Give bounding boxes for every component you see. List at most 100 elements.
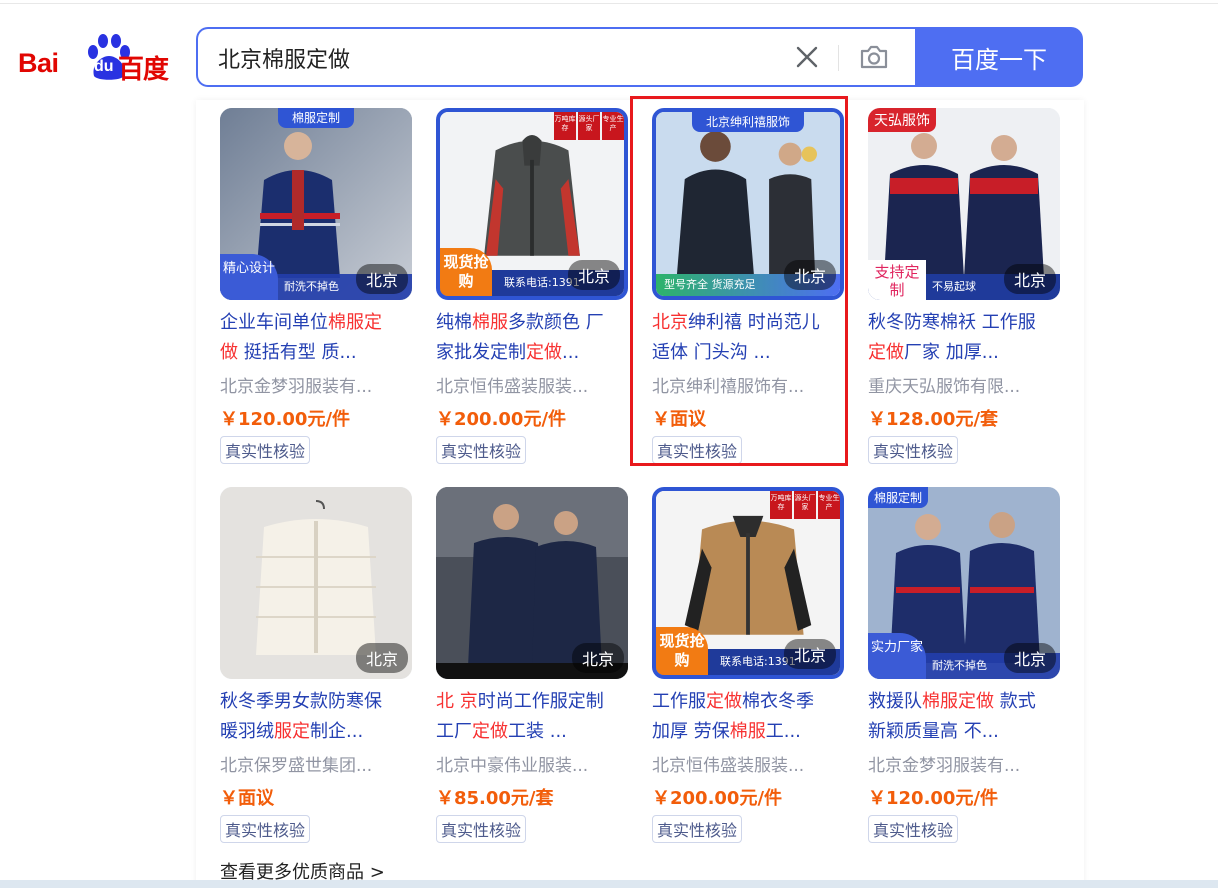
title-text: 多款颜色 厂 — [508, 312, 604, 333]
verify-tag[interactable]: 真实性核验 — [220, 436, 311, 464]
verify-tag[interactable]: 真实性核验 — [652, 815, 743, 843]
clear-icon[interactable] — [794, 44, 820, 70]
product-price: ￥120.00元/件 — [868, 788, 999, 809]
product-price: ￥120.00元/件 — [220, 409, 351, 430]
keyword-highlight: 棉服定做 — [922, 691, 994, 712]
title-text: 工... — [765, 721, 801, 742]
verify-tag[interactable]: 真实性核验 — [436, 436, 527, 464]
title-text: 棉衣冬季 — [742, 691, 814, 712]
logo-text-bai: Bai — [18, 48, 59, 78]
title-text: 工装 ... — [508, 721, 567, 742]
product-title[interactable]: 纯棉棉服多款颜色 厂家批发定制定做... — [436, 308, 632, 368]
product-image[interactable]: 北京 — [436, 487, 628, 679]
shop-name[interactable]: 北京恒伟盛装服装... — [436, 372, 632, 397]
keyword-highlight: 定做 — [706, 691, 742, 712]
product-title[interactable]: 秋冬季男女款防寒保 暖羽绒服定制企... — [220, 687, 416, 747]
promo-badge: 实力厂家 — [868, 633, 926, 679]
keyword-highlight: 棉服 — [729, 721, 766, 742]
search-box — [196, 27, 917, 87]
verify-tag[interactable]: 真实性核验 — [220, 815, 311, 843]
product-title[interactable]: 秋冬防寒棉袄 工作服 定做厂家 加厚... — [868, 308, 1064, 368]
title-text: 时尚工作服定制 — [477, 691, 604, 712]
logo-text-du: du — [94, 58, 114, 75]
horizontal-scrollbar[interactable] — [0, 880, 1218, 888]
shop-name[interactable]: 北京金梦羽服装有... — [868, 751, 1064, 776]
camera-icon[interactable] — [858, 43, 890, 71]
corner-tag: 专业生产 — [818, 491, 840, 519]
product-title[interactable]: 企业车间单位棉服定做 挺括有型 质... — [220, 308, 416, 368]
title-text: 秋冬防寒棉袄 工作服 — [868, 312, 1036, 333]
baidu-logo[interactable]: Bai du 百度 — [18, 32, 178, 85]
product-title[interactable]: 救援队棉服定做 款式新颖质量高 不... — [868, 687, 1064, 747]
promo-badge: 支持定制 — [868, 260, 926, 300]
location-badge: 北京 — [783, 639, 836, 669]
product-title[interactable]: 工作服定做棉衣冬季 加厚 劳保棉服工... — [652, 687, 848, 747]
promo-ribbon: 棉服定制 — [277, 108, 355, 128]
keyword-highlight: 定做 — [868, 342, 904, 363]
location-badge: 北京 — [567, 260, 620, 290]
product-image[interactable]: 北京 — [220, 487, 412, 679]
title-text: 纯棉 — [436, 312, 472, 333]
title-text: 暖羽绒 — [220, 721, 274, 742]
verify-tag[interactable]: 真实性核验 — [868, 815, 959, 843]
corner-tag: 源头厂家 — [794, 491, 816, 519]
keyword-highlight: 棉服 — [472, 312, 508, 333]
title-text: 企业车间单位 — [220, 312, 328, 333]
promo-corner-tags: 万吨库存 源头厂家 专业生产 — [554, 112, 624, 140]
title-text: 款式 — [994, 691, 1036, 712]
title-text: 工作服 — [652, 691, 706, 712]
product-image[interactable]: 万吨库存 源头厂家 专业生产 联系电话:1391 现货抢购 北京 — [652, 487, 844, 679]
verify-tag[interactable]: 真实性核验 — [868, 436, 959, 464]
title-text: 新颖质量高 不... — [868, 721, 999, 742]
location-badge: 北京 — [1003, 264, 1056, 294]
product-price: ￥200.00元/件 — [436, 409, 567, 430]
keyword-highlight: 定做 — [526, 342, 562, 363]
title-text: 工厂 — [436, 721, 472, 742]
shop-name[interactable]: 北京中豪伟业服装... — [436, 751, 632, 776]
search-input[interactable] — [218, 39, 758, 77]
product-image[interactable]: 天弘服饰 不易起球 支持定制 北京 — [868, 108, 1060, 300]
title-text: 家批发定制 — [436, 342, 526, 363]
corner-tag: 万吨库存 — [770, 491, 792, 519]
product-title[interactable]: 北 京时尚工作服定制 工厂定做工装 ... — [436, 687, 632, 747]
title-text: 加厚 劳保 — [652, 721, 730, 742]
keyword-highlight: 北 京 — [436, 691, 478, 712]
product-image[interactable]: 万吨库存 源头厂家 专业生产 联系电话:1391 现货抢购 北京 — [436, 108, 628, 300]
shop-name[interactable]: 北京恒伟盛装服装... — [652, 751, 848, 776]
product-price: ￥128.00元/套 — [868, 409, 999, 430]
location-badge: 北京 — [355, 643, 408, 673]
logo-text-cn: 百度 — [118, 55, 169, 85]
search-button[interactable]: 百度一下 — [915, 27, 1083, 87]
title-text: 制企... — [310, 721, 364, 742]
shop-name[interactable]: 北京保罗盛世集团... — [220, 751, 416, 776]
location-badge: 北京 — [355, 264, 408, 294]
top-divider — [0, 3, 1218, 4]
keyword-highlight: 棉服定 — [328, 312, 382, 333]
keyword-highlight: 服定 — [274, 721, 310, 742]
promo-badge: 现货抢购 — [656, 627, 708, 675]
shop-name[interactable]: 北京金梦羽服装有... — [220, 372, 416, 397]
selection-highlight — [630, 96, 848, 466]
title-text: 挺括有型 质... — [238, 342, 357, 363]
location-badge: 北京 — [571, 643, 624, 673]
location-badge: 北京 — [1003, 643, 1056, 673]
product-image[interactable]: 棉服定制 耐洗不掉色 实力厂家 北京 — [868, 487, 1060, 679]
verify-tag[interactable]: 真实性核验 — [436, 815, 527, 843]
keyword-highlight: 定做 — [472, 721, 508, 742]
corner-tag: 专业生产 — [602, 112, 624, 140]
corner-tag: 源头厂家 — [578, 112, 600, 140]
promo-badge: 精心设计 — [220, 254, 278, 300]
promo-ribbon: 天弘服饰 — [868, 108, 936, 132]
promo-badge: 现货抢购 — [440, 248, 492, 296]
product-price: ￥85.00元/套 — [436, 788, 554, 809]
product-image[interactable]: 棉服定制 耐洗不掉色 精心设计 北京 — [220, 108, 412, 300]
title-text: 救援队 — [868, 691, 922, 712]
shop-name[interactable]: 重庆天弘服饰有限... — [868, 372, 1064, 397]
corner-tag: 万吨库存 — [554, 112, 576, 140]
keyword-highlight: 做 — [220, 342, 238, 363]
input-divider — [838, 45, 839, 71]
promo-ribbon: 棉服定制 — [868, 487, 929, 508]
title-text: ... — [562, 342, 580, 363]
product-price: ￥200.00元/件 — [652, 788, 783, 809]
title-text: 厂家 加厚... — [904, 342, 999, 363]
